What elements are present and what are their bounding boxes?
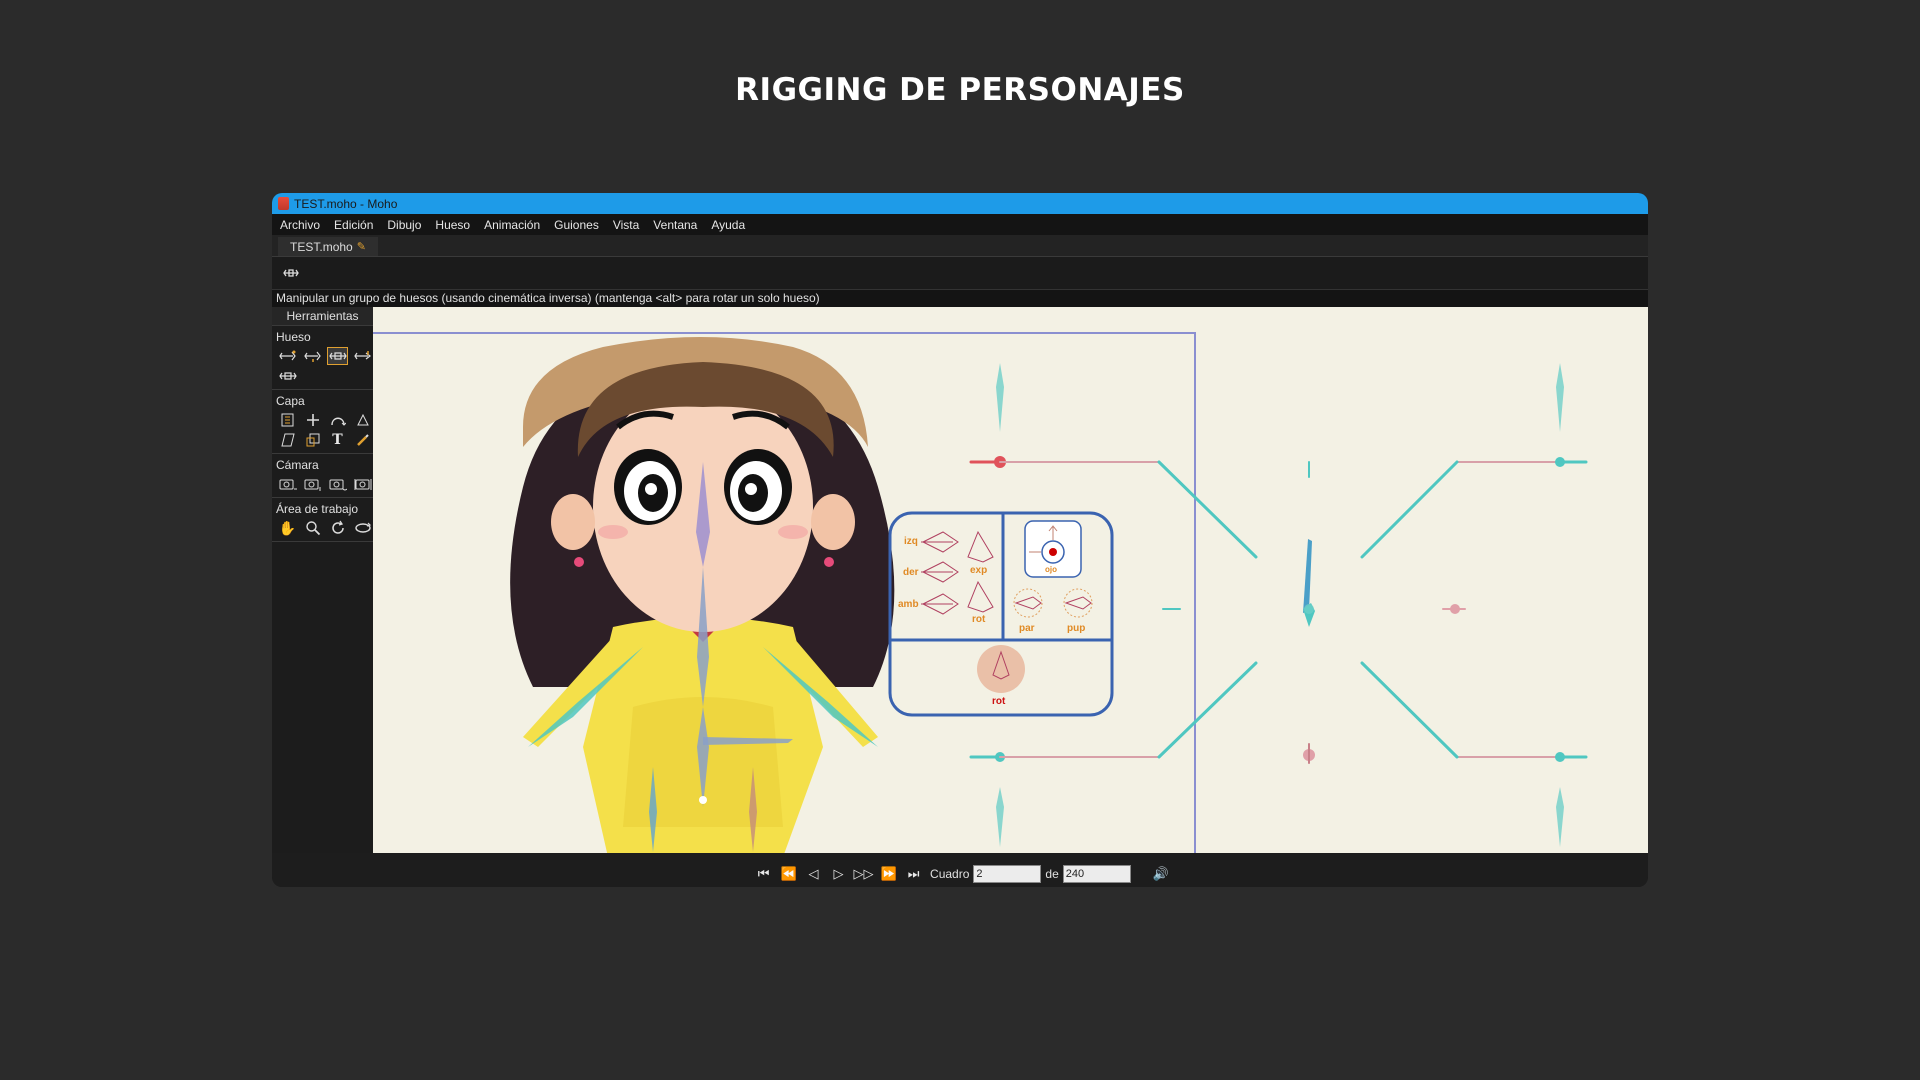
frame-label: Cuadro — [930, 867, 970, 881]
ctrl-label-amb: amb — [898, 599, 919, 610]
next-frame-icon[interactable]: ▷▷ — [851, 866, 876, 882]
magnifier-icon[interactable] — [302, 519, 323, 537]
document-tab-label: TEST.moho — [290, 239, 353, 254]
ctrl-label-ojo: ojo — [1045, 565, 1057, 574]
menu-archivo[interactable]: Archivo — [272, 218, 327, 232]
section-label-hueso: Hueso — [276, 330, 311, 344]
section-label-area-de-trabajo: Área de trabajo — [276, 502, 359, 516]
status-hint: Manipular un grupo de huesos (usando cin… — [272, 290, 1648, 307]
rotate-layer-icon[interactable] — [352, 411, 373, 429]
zoom-camera-icon[interactable] — [302, 475, 323, 493]
moho-window: TEST.moho - Moho Archivo Edición Dibujo … — [272, 193, 1648, 887]
eyedropper-icon[interactable] — [352, 431, 373, 449]
ctrl-label-rot-bottom: rot — [992, 696, 1006, 707]
set-origin-icon[interactable] — [302, 411, 323, 429]
step-forward-icon[interactable]: ⏩ — [876, 866, 901, 882]
menu-bar: Archivo Edición Dibujo Hueso Animación G… — [272, 214, 1648, 235]
layer-tools: T — [272, 409, 373, 454]
moho-app-icon — [278, 197, 289, 210]
tools-panel-tab[interactable]: Herramientas — [272, 307, 373, 326]
step-back-icon[interactable]: ⏪ — [776, 866, 801, 882]
total-frames-input[interactable] — [1062, 865, 1131, 883]
scale-layer-icon[interactable] — [302, 431, 323, 449]
previous-frame-icon[interactable]: ◁ — [801, 866, 826, 882]
menu-dibujo[interactable]: Dibujo — [380, 218, 428, 232]
document-tab-bar: TEST.moho ✎ — [272, 235, 1648, 257]
transform-layer-icon[interactable] — [277, 411, 298, 429]
rewind-to-start-icon[interactable]: ⏮ — [751, 866, 776, 882]
menu-animacion[interactable]: Animación — [477, 218, 547, 232]
camera-tools — [272, 473, 373, 498]
rig-handles[interactable] — [969, 363, 1588, 847]
volume-icon[interactable]: 🔊 — [1153, 866, 1169, 882]
ctrl-label-izq: izq — [904, 536, 918, 547]
ctrl-label-pup: pup — [1067, 623, 1085, 634]
ctrl-label-rot-top: rot — [972, 614, 986, 625]
manipulate-bones-option-icon[interactable] — [282, 266, 300, 284]
add-bone-icon[interactable] — [352, 347, 373, 365]
manipulate-bones-icon[interactable] — [327, 347, 348, 365]
tools-panel: Herramientas Hueso Capa T Cámara Área de… — [272, 307, 375, 853]
go-to-end-icon[interactable]: ⏭ — [901, 866, 926, 882]
roll-camera-icon[interactable] — [327, 475, 348, 493]
menu-ventana[interactable]: Ventana — [646, 218, 704, 232]
workspace-tools: ✋ — [272, 517, 373, 542]
menu-guiones[interactable]: Guiones — [547, 218, 606, 232]
bone-tools — [272, 345, 373, 390]
window-titlebar[interactable]: TEST.moho - Moho — [272, 193, 1648, 214]
pan-tilt-camera-icon[interactable] — [352, 475, 373, 493]
playback-bar: ⏮ ⏪ ◁ ▷ ▷▷ ⏩ ⏭ Cuadro de 🔊 — [272, 861, 1648, 887]
menu-ayuda[interactable]: Ayuda — [704, 218, 752, 232]
page-title: RIGGING DE PERSONAJES — [735, 72, 1185, 108]
section-label-camara: Cámara — [276, 458, 319, 472]
hand-icon[interactable]: ✋ — [277, 519, 298, 537]
rotate-workspace-icon[interactable] — [327, 519, 348, 537]
menu-vista[interactable]: Vista — [606, 218, 646, 232]
menu-hueso[interactable]: Hueso — [428, 218, 477, 232]
document-tab[interactable]: TEST.moho ✎ — [278, 237, 378, 256]
section-label-capa: Capa — [276, 394, 305, 408]
pencil-icon: ✎ — [356, 241, 366, 253]
frame-of-label: de — [1045, 867, 1059, 881]
ctrl-label-exp: exp — [970, 565, 987, 576]
tool-options-bar — [272, 257, 1648, 290]
controller-panel[interactable]: izq der amb exp rot ojo par pup rot — [888, 511, 1114, 717]
reparent-bone-icon[interactable] — [277, 367, 298, 385]
window-title: TEST.moho - Moho — [294, 196, 398, 211]
canvas-viewport[interactable]: izq der amb exp rot ojo par pup rot — [373, 307, 1648, 853]
follow-path-icon[interactable] — [327, 411, 348, 429]
select-bone-icon[interactable] — [277, 347, 298, 365]
ctrl-label-der: der — [903, 567, 919, 578]
shear-layer-icon[interactable] — [277, 431, 298, 449]
translate-bone-icon[interactable] — [302, 347, 323, 365]
text-icon[interactable]: T — [327, 431, 348, 449]
scene-canvas[interactable]: izq der amb exp rot ojo par pup rot — [373, 307, 1648, 853]
frame-input[interactable] — [973, 865, 1042, 883]
play-icon[interactable]: ▷ — [826, 866, 851, 882]
orbit-workspace-icon[interactable] — [352, 519, 373, 537]
ctrl-label-par: par — [1019, 623, 1035, 634]
track-camera-icon[interactable] — [277, 475, 298, 493]
menu-edicion[interactable]: Edición — [327, 218, 380, 232]
